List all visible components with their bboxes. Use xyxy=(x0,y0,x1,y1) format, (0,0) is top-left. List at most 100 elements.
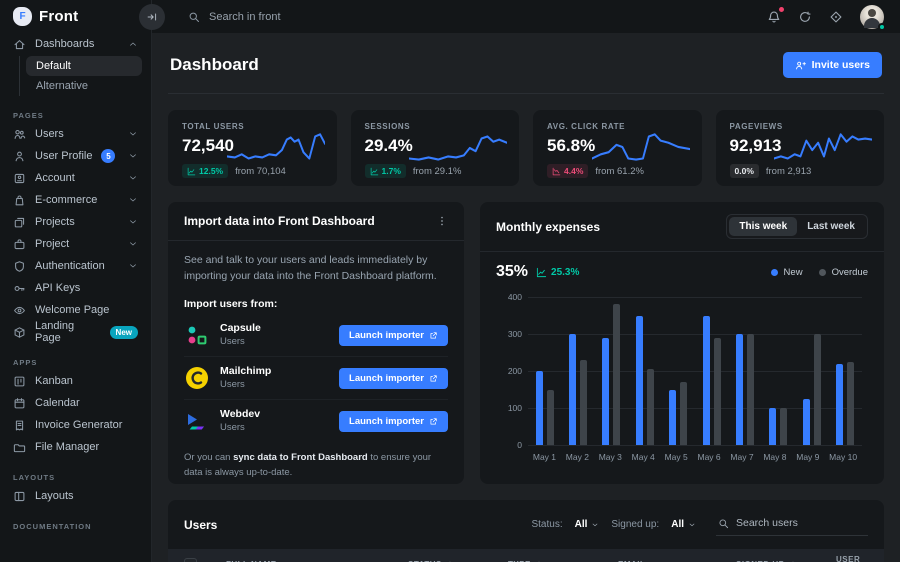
users-card: Users Status: All Signed up: All xyxy=(168,500,884,562)
bar-overdue[interactable] xyxy=(747,334,754,445)
bar-group-may-8 xyxy=(769,297,787,445)
legend-dot xyxy=(771,269,778,276)
bar-new[interactable] xyxy=(636,316,643,446)
bar-group-may-7 xyxy=(736,297,754,445)
sidebar-subitem-alternative[interactable]: Alternative xyxy=(26,76,142,96)
column-label: USER ID xyxy=(836,555,862,562)
sidebar-item-authentication[interactable]: Authentication xyxy=(0,255,151,277)
select-all-checkbox[interactable] xyxy=(184,558,197,562)
status-filter-dropdown[interactable]: All xyxy=(575,519,600,530)
toggle-this-week[interactable]: This week xyxy=(729,217,797,236)
column-header-user-id[interactable]: USER ID xyxy=(836,555,872,562)
bar-new[interactable] xyxy=(736,334,743,445)
chevron-down-icon xyxy=(128,173,138,183)
launch-importer-button[interactable]: Launch importer xyxy=(339,325,448,346)
bar-new[interactable] xyxy=(602,338,609,445)
stat-card-2: SESSIONS29.4%1.7%from 29.1% xyxy=(351,110,520,186)
front-logo[interactable]: F Front xyxy=(0,0,151,33)
bar-new[interactable] xyxy=(703,316,710,446)
sidebar-item-dashboards[interactable]: Dashboards xyxy=(0,33,151,55)
sidebar-item-landing-page[interactable]: Landing PageNew xyxy=(0,321,151,343)
bar-overdue[interactable] xyxy=(780,408,787,445)
bar-overdue[interactable] xyxy=(814,334,821,445)
online-status-dot xyxy=(878,23,886,31)
sidebar-item-file-manager[interactable]: File Manager xyxy=(0,436,151,458)
box-icon xyxy=(13,326,26,339)
bar-new[interactable] xyxy=(669,390,676,446)
source-type: Users xyxy=(220,336,261,348)
apps-button[interactable] xyxy=(829,10,843,24)
sidebar-item-user-profile[interactable]: User Profile5 xyxy=(0,145,151,167)
invite-users-button[interactable]: Invite users xyxy=(783,52,882,78)
sidebar-section-heading: DOCUMENTATION xyxy=(13,522,138,531)
briefcase-icon xyxy=(13,238,26,251)
sidebar-collapse-icon xyxy=(146,11,158,23)
launch-importer-button[interactable]: Launch importer xyxy=(339,368,448,389)
legend-overdue[interactable]: Overdue xyxy=(819,267,868,278)
sidebar-collapse-button[interactable] xyxy=(139,4,165,30)
bar-new[interactable] xyxy=(803,399,810,445)
sidebar-item-label: User Profile xyxy=(35,150,92,162)
toggle-last-week[interactable]: Last week xyxy=(797,217,865,236)
signedup-filter-dropdown[interactable]: All xyxy=(671,519,696,530)
stat-change-badge: 12.5% xyxy=(182,164,228,178)
sidebar-item-layouts[interactable]: Layouts xyxy=(0,485,151,507)
x-axis-tick: May 2 xyxy=(566,452,589,462)
x-axis-tick: May 1 xyxy=(533,452,556,462)
activity-button[interactable] xyxy=(798,10,812,24)
eye-icon xyxy=(13,304,26,317)
y-axis-tick: 0 xyxy=(496,440,522,450)
kebab-menu-icon[interactable] xyxy=(436,215,448,227)
sidebar-item-label: Landing Page xyxy=(35,320,101,344)
sidebar-item-users[interactable]: Users xyxy=(0,123,151,145)
stat-change-badge: 0.0% xyxy=(730,164,759,178)
home-icon xyxy=(13,38,26,51)
avatar[interactable] xyxy=(860,5,884,29)
bar-new[interactable] xyxy=(536,371,543,445)
sidebar-item-account[interactable]: Account xyxy=(0,167,151,189)
id-card-icon xyxy=(13,172,26,185)
bar-overdue[interactable] xyxy=(847,362,854,445)
sidebar-item-project[interactable]: Project xyxy=(0,233,151,255)
capsule-logo-icon xyxy=(184,322,210,348)
chart-up-icon xyxy=(187,167,196,176)
source-name: Webdev xyxy=(220,408,260,422)
stack-icon xyxy=(13,216,26,229)
legend-label: New xyxy=(784,267,803,278)
bar-new[interactable] xyxy=(836,364,843,445)
users-icon xyxy=(13,128,26,141)
notification-dot xyxy=(779,7,784,12)
sidebar-item-invoice-generator[interactable]: Invoice Generator xyxy=(0,414,151,436)
bar-overdue[interactable] xyxy=(680,382,687,445)
launch-importer-button[interactable]: Launch importer xyxy=(339,411,448,432)
bag-icon xyxy=(13,194,26,207)
users-search-input[interactable] xyxy=(736,517,856,529)
x-axis-tick: May 8 xyxy=(763,452,786,462)
bar-group-may-5 xyxy=(669,297,687,445)
bar-overdue[interactable] xyxy=(580,360,587,445)
search-input[interactable] xyxy=(209,11,459,23)
bar-overdue[interactable] xyxy=(613,304,620,445)
bar-new[interactable] xyxy=(569,334,576,445)
sidebar-item-calendar[interactable]: Calendar xyxy=(0,392,151,414)
bar-overdue[interactable] xyxy=(647,369,654,445)
sidebar-item-projects[interactable]: Projects xyxy=(0,211,151,233)
chevron-down-icon xyxy=(128,217,138,227)
expenses-delta: 25.3% xyxy=(536,267,579,278)
sync-data-link[interactable]: sync data to Front Dashboard xyxy=(233,452,368,463)
sidebar-item-e-commerce[interactable]: E-commerce xyxy=(0,189,151,211)
x-axis-tick: May 3 xyxy=(599,452,622,462)
bar-overdue[interactable] xyxy=(714,338,721,445)
legend-new[interactable]: New xyxy=(771,267,803,278)
sidebar-item-api-keys[interactable]: API Keys xyxy=(0,277,151,299)
legend-dot xyxy=(819,269,826,276)
notifications-button[interactable] xyxy=(767,10,781,24)
sidebar-item-label: E-commerce xyxy=(35,194,97,206)
sidebar-section-heading: LAYOUTS xyxy=(13,473,138,482)
sidebar-item-welcome-page[interactable]: Welcome Page xyxy=(0,299,151,321)
bar-overdue[interactable] xyxy=(547,390,554,446)
sidebar-item-label: Layouts xyxy=(35,490,74,502)
sidebar-item-kanban[interactable]: Kanban xyxy=(0,370,151,392)
sidebar-subitem-default[interactable]: Default xyxy=(26,56,142,76)
bar-new[interactable] xyxy=(769,408,776,445)
